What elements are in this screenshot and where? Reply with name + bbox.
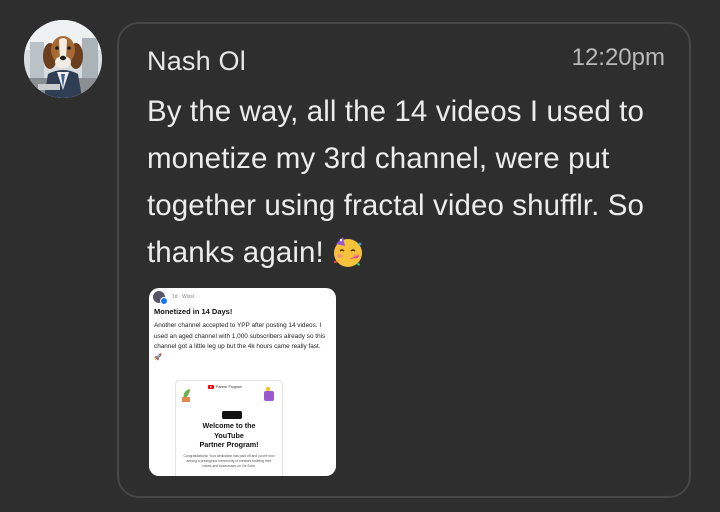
sender-name[interactable]: Nash Ol [147,46,246,77]
ypp-title: Welcome to the YouTube Partner Program! [199,421,259,449]
message-timestamp: 12:20pm [571,44,665,71]
post-body: Another channel accepted to YPP after po… [154,322,326,361]
message-bubble[interactable]: Nash Ol 12:20pm By the way, all the 14 v… [117,22,691,498]
partner-program-badge: Partner Program [208,385,242,389]
beagle-avatar-image [24,20,102,98]
message-text: By the way, all the 14 videos I used to … [147,95,645,269]
post-header: 1d · Wissl [153,291,194,305]
post-author-avatar [153,291,168,305]
post-title: Monetized in 14 Days! [154,307,233,316]
message-text-container: By the way, all the 14 videos I used to … [147,88,667,284]
avatar[interactable] [24,20,102,98]
ypp-welcome-card: Partner Program Welcome to the YouTube P… [175,380,283,476]
attachment-image[interactable]: 1d · Wissl Monetized in 14 Days! Another… [149,288,336,476]
partying-face-icon [330,234,366,284]
ypp-subtitle: Congratulations! Your dedication has pai… [183,454,275,468]
chat-screen: Nash Ol 12:20pm By the way, all the 14 v… [0,0,720,512]
redacted-name [222,411,242,419]
verified-badge-icon [160,297,168,305]
post-meta: 1d · Wissl [172,294,194,300]
partner-program-label: Partner Program [216,385,242,389]
youtube-logo-icon [208,385,214,389]
